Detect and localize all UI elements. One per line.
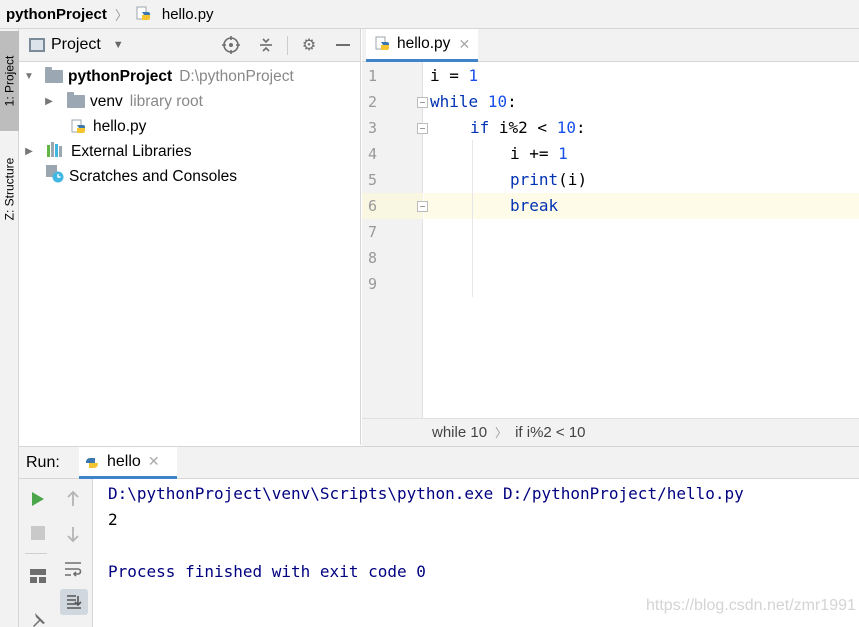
run-tab-hello[interactable]: hello ✕ (79, 447, 177, 479)
watermark: https://blog.csdn.net/zmr1991 (646, 597, 856, 614)
line-number: 4 (368, 145, 378, 163)
line-number: 5 (368, 171, 378, 189)
indent-guide (472, 140, 473, 297)
code-line-1: i = 1 (430, 66, 479, 85)
soft-wrap-icon[interactable] (62, 558, 84, 580)
toolbar-divider (25, 553, 47, 554)
expand-right-icon[interactable]: ▶ (23, 146, 35, 158)
run-panel-header: Run: hello ✕ (19, 446, 859, 479)
tree-item-venv[interactable]: ▶ venv library root (19, 89, 360, 114)
console-line: Process finished with exit code 0 (108, 562, 426, 581)
toolbar-divider (287, 36, 288, 55)
console-line: 2 (108, 510, 118, 529)
code-line-5: print(i) (510, 170, 588, 189)
code-line-2: while 10: (430, 92, 517, 111)
line-number: 7 (368, 223, 378, 241)
stop-icon[interactable] (27, 522, 49, 544)
scroll-to-end-icon[interactable] (60, 589, 88, 615)
run-tab-label: hello (107, 452, 141, 470)
project-panel: Project ▼ ⚙ ▼ pythonProject D:\pythonPro… (19, 29, 361, 445)
close-icon[interactable]: ✕ (148, 453, 160, 470)
code-line-6: break (510, 196, 559, 215)
breadcrumb-while[interactable]: while 10 (432, 424, 487, 441)
expand-right-icon[interactable]: ▶ (43, 96, 55, 108)
rerun-play-icon[interactable] (27, 488, 49, 510)
folder-icon (67, 92, 85, 108)
editor-tab-label: hello.py (397, 35, 451, 52)
library-icon (47, 141, 65, 162)
python-icon (83, 454, 99, 470)
line-number: 6 (368, 197, 378, 215)
collapse-all-icon[interactable] (256, 35, 276, 55)
fold-marker-icon[interactable] (417, 123, 428, 134)
fold-marker-icon[interactable] (417, 97, 428, 108)
tool-tab-project[interactable]: 1: Project (0, 31, 19, 131)
code-line-3: if i%2 < 10: (470, 118, 586, 137)
code-line-4: i += 1 (510, 144, 568, 163)
tree-item-label: External Libraries (71, 142, 192, 160)
tool-tab-structure-label: Z: Structure (2, 157, 17, 221)
tool-tab-structure[interactable]: Z: Structure (0, 141, 19, 237)
layout-icon[interactable] (27, 565, 49, 587)
breadcrumb-file[interactable]: hello.py (162, 6, 214, 23)
tool-tab-project-label: 1: Project (2, 55, 17, 107)
line-number: 1 (368, 67, 378, 85)
scratches-icon (46, 165, 64, 188)
chevron-down-icon[interactable]: ▼ (113, 39, 124, 51)
python-file-icon (71, 119, 87, 135)
editor-breadcrumb: while 10 〉 if i%2 < 10 (362, 418, 859, 446)
run-toolbar (19, 479, 93, 627)
tree-item-scratches[interactable]: Scratches and Consoles (19, 164, 360, 189)
breadcrumb-project[interactable]: pythonProject (6, 6, 107, 23)
folder-icon (45, 67, 63, 83)
chevron-right-icon: 〉 (114, 7, 128, 23)
breadcrumb-if[interactable]: if i%2 < 10 (515, 424, 585, 441)
navigation-bar: pythonProject 〉 hello.py (0, 0, 859, 29)
minimize-icon[interactable] (333, 35, 353, 55)
gear-icon[interactable]: ⚙ (299, 35, 319, 55)
editor-tab-bar: hello.py ✕ (362, 29, 859, 62)
close-icon[interactable]: ✕ (458, 36, 470, 53)
locate-icon[interactable] (221, 35, 241, 55)
fold-end-marker-icon[interactable] (417, 201, 428, 212)
project-view-icon (29, 38, 45, 52)
chevron-right-icon: 〉 (495, 426, 508, 440)
tree-item-label: hello.py (93, 117, 147, 135)
python-file-icon (375, 36, 391, 52)
left-tool-strip: 1: Project Z: Structure (0, 29, 19, 627)
expand-down-icon[interactable]: ▼ (23, 71, 35, 83)
tree-item-path: D:\pythonProject (179, 67, 294, 85)
line-number: 9 (368, 275, 378, 293)
editor-tab-hello-py[interactable]: hello.py ✕ (366, 29, 478, 62)
project-panel-header: Project ▼ ⚙ (19, 29, 360, 62)
arrow-down-icon[interactable] (62, 523, 84, 545)
line-number: 3 (368, 119, 378, 137)
project-view-selector[interactable]: Project (51, 36, 101, 54)
tree-item-note: library root (129, 92, 203, 110)
python-file-icon (136, 6, 152, 22)
tree-item-label: Scratches and Consoles (69, 167, 238, 185)
console-line: D:\pythonProject\venv\Scripts\python.exe… (108, 484, 744, 503)
tree-item-hello-py[interactable]: hello.py (19, 114, 360, 139)
line-number: 2 (368, 93, 378, 111)
tree-item-external-libraries[interactable]: ▶ External Libraries (19, 139, 360, 164)
pin-icon[interactable] (27, 609, 49, 627)
current-line-highlight (424, 193, 859, 219)
tree-item-project-root[interactable]: ▼ pythonProject D:\pythonProject (19, 64, 360, 89)
arrow-up-icon[interactable] (62, 488, 84, 510)
tree-item-label: pythonProject (68, 67, 173, 85)
tree-item-label: venv (90, 92, 123, 110)
line-number: 8 (368, 249, 378, 267)
run-label: Run: (26, 453, 60, 471)
